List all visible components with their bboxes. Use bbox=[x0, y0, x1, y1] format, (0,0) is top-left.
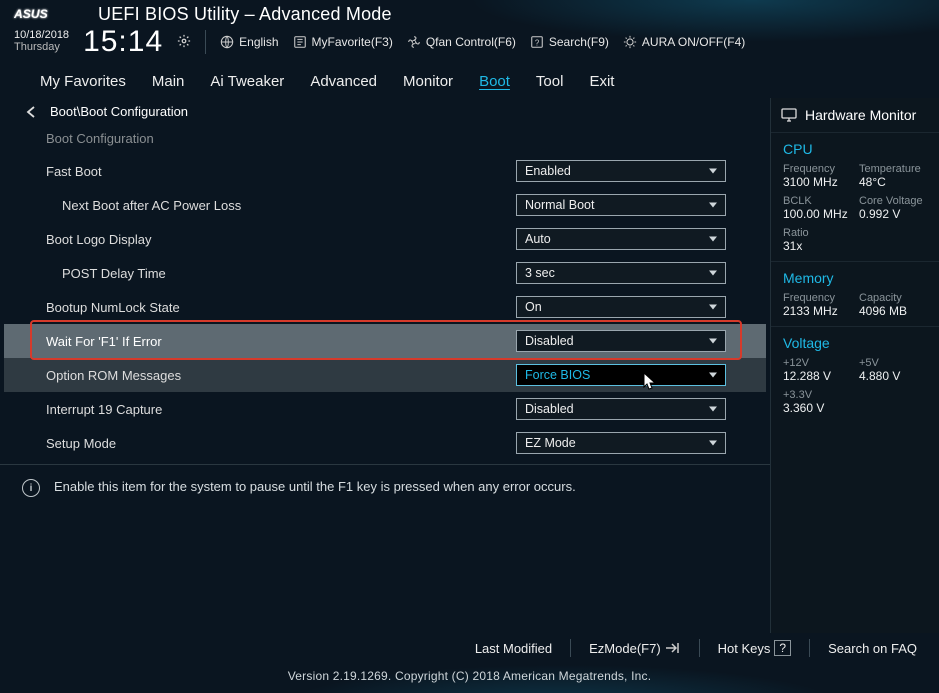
hw-group-title: Voltage bbox=[783, 335, 927, 351]
tab-my-favorites[interactable]: My Favorites bbox=[40, 73, 126, 90]
setting-label: Option ROM Messages bbox=[46, 368, 516, 383]
tab-boot[interactable]: Boot bbox=[479, 73, 510, 90]
setting-row-next-boot-ac[interactable]: Next Boot after AC Power LossNormal Boot bbox=[4, 188, 766, 222]
back-icon[interactable] bbox=[24, 105, 40, 119]
setting-row-wait-f1[interactable]: Wait For 'F1' If ErrorDisabled bbox=[4, 324, 766, 358]
setting-row-int19[interactable]: Interrupt 19 CaptureDisabled bbox=[4, 392, 766, 426]
search-faq-button[interactable]: Search on FAQ bbox=[828, 641, 917, 656]
aura-button[interactable]: AURA ON/OFF(F4) bbox=[623, 35, 745, 49]
hw-group-title: CPU bbox=[783, 141, 927, 157]
hw-group-memory: MemoryFrequency2133 MHzCapacity4096 MB bbox=[771, 261, 939, 326]
date-block: 10/18/2018 Thursday bbox=[14, 30, 69, 53]
tab-exit[interactable]: Exit bbox=[589, 73, 614, 90]
myfavorite-button[interactable]: MyFavorite(F3) bbox=[293, 35, 393, 49]
tab-main[interactable]: Main bbox=[152, 73, 185, 90]
setting-row-fast-boot[interactable]: Fast BootEnabled bbox=[4, 154, 766, 188]
hw-group-title: Memory bbox=[783, 270, 927, 286]
gear-icon[interactable] bbox=[177, 34, 191, 51]
setting-select-setup-mode[interactable]: EZ Mode bbox=[516, 432, 726, 454]
setting-select-wait-f1[interactable]: Disabled bbox=[516, 330, 726, 352]
setting-row-option-rom[interactable]: Option ROM MessagesForce BIOS bbox=[4, 358, 766, 392]
section-label: Boot Configuration bbox=[4, 123, 766, 154]
monitor-icon bbox=[781, 108, 797, 122]
help-text: Enable this item for the system to pause… bbox=[54, 479, 576, 497]
asus-logo: ASUS bbox=[14, 5, 82, 25]
hardware-monitor-panel: Hardware Monitor CPUFrequency3100 MHzTem… bbox=[770, 98, 939, 633]
info-icon: i bbox=[22, 479, 40, 497]
tab-tool[interactable]: Tool bbox=[536, 73, 564, 90]
setting-select-int19[interactable]: Disabled bbox=[516, 398, 726, 420]
setting-select-boot-logo[interactable]: Auto bbox=[516, 228, 726, 250]
setting-label: Setup Mode bbox=[46, 436, 516, 451]
setting-select-numlock[interactable]: On bbox=[516, 296, 726, 318]
hotkeys-button[interactable]: Hot Keys ? bbox=[718, 640, 791, 656]
setting-select-option-rom[interactable]: Force BIOS bbox=[516, 364, 726, 386]
version-text: Version 2.19.1269. Copyright (C) 2018 Am… bbox=[0, 663, 939, 693]
setting-label: Fast Boot bbox=[46, 164, 516, 179]
setting-row-numlock[interactable]: Bootup NumLock StateOn bbox=[4, 290, 766, 324]
hardware-monitor-title: Hardware Monitor bbox=[805, 107, 916, 123]
hw-group-cpu: CPUFrequency3100 MHzTemperature48°CBCLK1… bbox=[771, 132, 939, 261]
tab-advanced[interactable]: Advanced bbox=[310, 73, 377, 90]
ezmode-button[interactable]: EzMode(F7) bbox=[589, 641, 681, 656]
clock: 15:14 bbox=[83, 25, 163, 59]
breadcrumb: Boot\Boot Configuration bbox=[50, 104, 188, 119]
tab-ai-tweaker[interactable]: Ai Tweaker bbox=[210, 73, 284, 90]
hw-group-voltage: Voltage+12V12.288 V+5V4.880 V+3.3V3.360 … bbox=[771, 326, 939, 423]
setting-row-post-delay[interactable]: POST Delay Time3 sec bbox=[4, 256, 766, 290]
svg-text:ASUS: ASUS bbox=[14, 7, 48, 21]
setting-label: Next Boot after AC Power Loss bbox=[62, 198, 516, 213]
tab-monitor[interactable]: Monitor bbox=[403, 73, 453, 90]
setting-select-fast-boot[interactable]: Enabled bbox=[516, 160, 726, 182]
setting-row-setup-mode[interactable]: Setup ModeEZ Mode bbox=[4, 426, 766, 460]
setting-select-post-delay[interactable]: 3 sec bbox=[516, 262, 726, 284]
last-modified-button[interactable]: Last Modified bbox=[475, 641, 552, 656]
language-button[interactable]: English bbox=[220, 35, 278, 49]
page-title: UEFI BIOS Utility – Advanced Mode bbox=[98, 4, 392, 25]
setting-label: Interrupt 19 Capture bbox=[46, 402, 516, 417]
setting-label: POST Delay Time bbox=[62, 266, 516, 281]
setting-select-next-boot-ac[interactable]: Normal Boot bbox=[516, 194, 726, 216]
setting-row-boot-logo[interactable]: Boot Logo DisplayAuto bbox=[4, 222, 766, 256]
search-button[interactable]: ? Search(F9) bbox=[530, 35, 609, 49]
menubar: My Favorites Main Ai Tweaker Advanced Monito… bbox=[0, 65, 939, 98]
setting-label: Wait For 'F1' If Error bbox=[46, 334, 516, 349]
setting-label: Boot Logo Display bbox=[46, 232, 516, 247]
setting-label: Bootup NumLock State bbox=[46, 300, 516, 315]
ezmode-icon bbox=[665, 642, 681, 654]
svg-text:?: ? bbox=[535, 39, 540, 48]
qfan-button[interactable]: Qfan Control(F6) bbox=[407, 35, 516, 49]
